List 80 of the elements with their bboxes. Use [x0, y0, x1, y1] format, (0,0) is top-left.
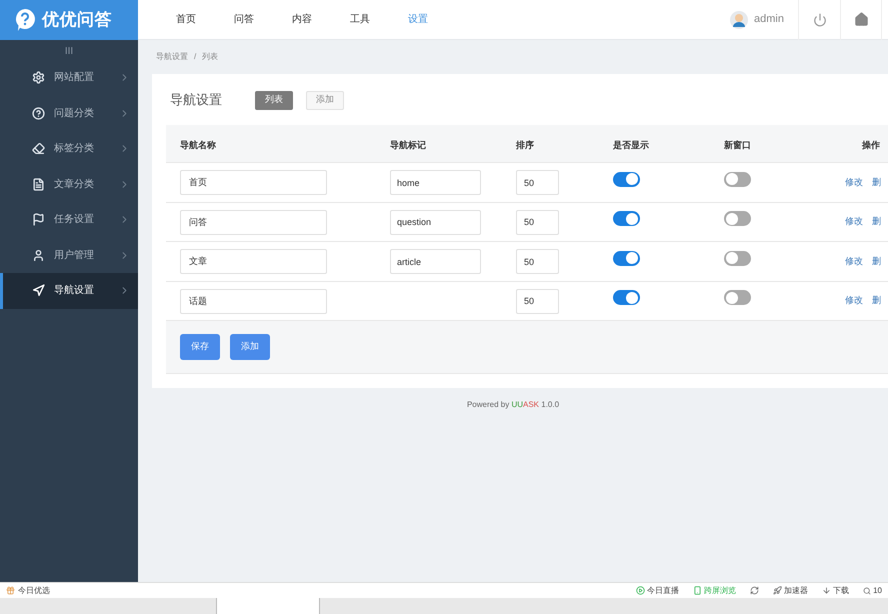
sort-input[interactable]: 50 — [516, 210, 559, 234]
top-nav-tab[interactable]: 首页 — [176, 12, 196, 27]
toggle-switch[interactable] — [613, 290, 640, 306]
toggle-switch[interactable] — [724, 290, 751, 306]
action-link[interactable]: 修改 — [845, 215, 863, 228]
action-button[interactable]: 保存 — [180, 334, 220, 360]
gear-icon — [32, 71, 45, 84]
action-link[interactable]: 删 — [872, 294, 881, 308]
gift-icon — [6, 586, 15, 595]
navigation-arrow-icon — [32, 284, 45, 298]
top-nav-tab[interactable]: 问答 — [234, 12, 254, 27]
action-link[interactable]: 删 — [872, 176, 881, 189]
column-header: 导航标记 — [390, 140, 426, 150]
logo-text: 优优问答 — [42, 9, 112, 32]
mark-input[interactable]: home — [390, 170, 481, 195]
toggle-switch[interactable] — [613, 211, 640, 226]
rocket-icon[interactable] — [773, 586, 782, 595]
username[interactable]: admin — [754, 11, 784, 28]
sidebar-item[interactable]: 问题分类 — [0, 96, 138, 131]
play-icon[interactable] — [636, 586, 646, 595]
panel-title: 导航设置 — [170, 91, 223, 110]
action-link[interactable]: 修改 — [845, 254, 863, 268]
toggle-switch[interactable] — [724, 172, 751, 187]
column-header: 操作 — [862, 140, 880, 150]
status-link[interactable]: 加速器 — [784, 584, 808, 596]
breadcrumb-separator: / — [194, 51, 196, 63]
panel-tab[interactable]: 添加 — [306, 90, 344, 110]
sort-input[interactable]: 50 — [516, 288, 559, 314]
toggle-switch[interactable] — [724, 250, 751, 266]
user-icon — [32, 248, 45, 262]
name-input[interactable]: 问答 — [180, 210, 327, 235]
toggle-switch[interactable] — [613, 250, 640, 266]
mark-input[interactable]: question — [390, 210, 481, 234]
power-icon[interactable] — [812, 12, 826, 26]
sidebar-item[interactable]: 导航设置 — [0, 273, 138, 308]
top-nav-tab[interactable]: 工具 — [350, 12, 370, 27]
name-input[interactable]: 首页 — [180, 170, 327, 196]
refresh-icon[interactable] — [750, 586, 760, 595]
column-header: 是否显示 — [613, 140, 649, 150]
column-header: 新窗口 — [724, 140, 751, 150]
breadcrumb-link[interactable]: 导航设置 — [156, 51, 188, 63]
top-nav-tab[interactable]: 设置 — [408, 12, 428, 27]
action-link[interactable]: 修改 — [845, 176, 863, 189]
status-link[interactable]: 今日直播 — [647, 584, 680, 596]
sort-input[interactable]: 50 — [516, 249, 559, 274]
phone-icon[interactable] — [693, 586, 702, 595]
action-link[interactable]: 删 — [872, 254, 881, 268]
flag-icon — [32, 213, 45, 226]
status-link[interactable]: 今日优选 — [18, 584, 50, 596]
download-icon[interactable] — [822, 586, 832, 595]
sidebar-item[interactable]: 任务设置 — [0, 202, 138, 238]
mark-input[interactable]: article — [390, 249, 481, 274]
column-header: 导航名称 — [180, 140, 216, 150]
avatar-icon — [730, 10, 748, 28]
status-link[interactable]: 下载 — [833, 584, 850, 596]
zoom-level[interactable]: 10 — [873, 584, 882, 596]
question-bubble-icon — [14, 8, 36, 32]
collapse-toggle[interactable]: III — [64, 44, 74, 60]
zoom-icon[interactable] — [863, 586, 872, 594]
home-icon[interactable] — [854, 12, 868, 27]
toggle-switch[interactable] — [724, 211, 751, 226]
sort-input[interactable]: 50 — [516, 170, 559, 195]
question-icon — [32, 106, 45, 120]
sidebar-item[interactable]: 网站配置 — [0, 60, 138, 96]
panel-tab[interactable]: 列表 — [255, 90, 293, 110]
action-link[interactable]: 修改 — [845, 294, 863, 308]
top-nav-tab[interactable]: 内容 — [292, 12, 312, 27]
sidebar-item[interactable]: 文章分类 — [0, 166, 138, 202]
column-header: 排序 — [516, 140, 534, 150]
name-input[interactable]: 话题 — [180, 288, 327, 314]
name-input[interactable]: 文章 — [180, 249, 327, 274]
sidebar-item[interactable]: 用户管理 — [0, 238, 138, 273]
eraser-icon — [32, 142, 45, 156]
powered-by-text: Powered by UUASK 1.0.0 — [466, 399, 560, 411]
action-link[interactable]: 删 — [872, 215, 881, 228]
sidebar-item[interactable]: 标签分类 — [0, 131, 138, 166]
toggle-switch[interactable] — [613, 172, 640, 187]
breadcrumb-current: 列表 — [202, 51, 218, 63]
document-icon — [32, 178, 45, 191]
action-button[interactable]: 添加 — [230, 334, 270, 360]
